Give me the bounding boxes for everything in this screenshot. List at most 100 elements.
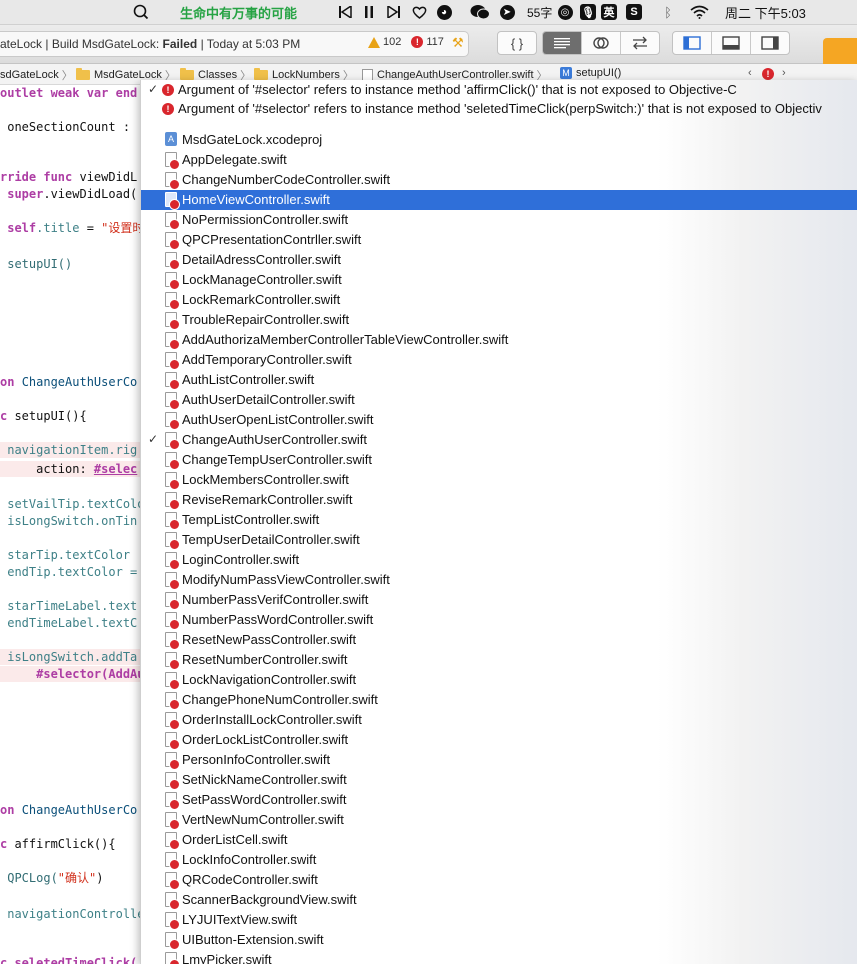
file-item[interactable]: OrderListCell.swift	[141, 830, 857, 850]
pause-icon[interactable]	[361, 3, 377, 21]
clock[interactable]: 周二 下午5:03	[725, 3, 806, 21]
file-item[interactable]: LockManageController.swift	[141, 270, 857, 290]
swift-file-icon	[165, 512, 180, 530]
issue-item[interactable]: ✓ ! Argument of '#selector' refers to in…	[141, 80, 857, 100]
file-item[interactable]: HomeViewController.swift	[141, 190, 857, 210]
file-item[interactable]: LockInfoController.swift	[141, 850, 857, 870]
file-item[interactable]: LockRemarkController.swift	[141, 290, 857, 310]
file-item[interactable]: ChangePhoneNumController.swift	[141, 690, 857, 710]
issue-navigator-error-icon[interactable]: !	[762, 68, 777, 80]
issue-counts[interactable]: 102 ! 117	[368, 36, 444, 48]
assistant-editor-button[interactable]	[582, 32, 621, 54]
bluetooth-icon[interactable]: ᛒ	[659, 3, 677, 21]
source-editor[interactable]: outlet weak var end oneSectionCount : rr…	[0, 85, 140, 964]
file-item[interactable]: AddAuthorizaMemberControllerTableViewCon…	[141, 330, 857, 350]
file-item[interactable]: AppDelegate.swift	[141, 150, 857, 170]
file-item[interactable]: ScannerBackgroundView.swift	[141, 890, 857, 910]
file-item[interactable]: AuthUserDetailController.swift	[141, 390, 857, 410]
file-item[interactable]: AddTemporaryController.swift	[141, 350, 857, 370]
jump-bar-popup-menu[interactable]: ✓ ! Argument of '#selector' refers to in…	[140, 80, 857, 964]
file-item[interactable]: TroubleRepairController.swift	[141, 310, 857, 330]
file-item[interactable]: OrderLockListController.swift	[141, 730, 857, 750]
checkmark-icon: ✓	[148, 432, 159, 446]
file-item[interactable]: LockMembersController.swift	[141, 470, 857, 490]
file-item[interactable]: ReviseRemarkController.swift	[141, 490, 857, 510]
inspector-toggle-button[interactable]	[751, 32, 789, 54]
file-item[interactable]: LockNavigationController.swift	[141, 670, 857, 690]
wechat-icon[interactable]	[469, 3, 491, 21]
swift-file-icon	[165, 812, 180, 830]
heart-icon[interactable]	[410, 3, 428, 21]
file-item[interactable]: UIButton-Extension.swift	[141, 930, 857, 950]
activity-viewer[interactable]: ateLock | Build MsdGateLock: Failed | To…	[0, 31, 469, 57]
file-item[interactable]: NumberPassWordController.swift	[141, 610, 857, 630]
file-item[interactable]: LoginController.swift	[141, 550, 857, 570]
clipboard-app-icon[interactable]: S	[625, 3, 643, 21]
browser-app-icon[interactable]: ◕	[435, 3, 453, 21]
next-issue-button[interactable]: ›	[782, 67, 786, 79]
panel-toggles[interactable]	[672, 31, 790, 55]
file-item[interactable]: ModifyNumPassViewController.swift	[141, 570, 857, 590]
swift-file-icon	[165, 332, 180, 350]
code-line: c affirmClick(){	[0, 837, 116, 851]
code-line-error: #selector(AddAu	[0, 666, 140, 682]
file-item[interactable]: ChangeNumberCodeController.swift	[141, 170, 857, 190]
file-item-project[interactable]: A MsdGateLock.xcodeproj	[141, 130, 857, 150]
error-badge-icon	[169, 939, 180, 950]
file-name: ResetNumberController.swift	[182, 652, 348, 667]
file-item[interactable]: ResetNumberController.swift	[141, 650, 857, 670]
swift-file-icon	[165, 732, 180, 750]
file-item[interactable]: AuthListController.swift	[141, 370, 857, 390]
file-item[interactable]: TempUserDetailController.swift	[141, 530, 857, 550]
code-line: rride func viewDidL	[0, 170, 138, 184]
file-item[interactable]: OrderInstallLockController.swift	[141, 710, 857, 730]
breadcrumb-method[interactable]: MsetupUI()	[560, 67, 621, 79]
swift-file-icon	[165, 592, 180, 610]
file-name: LockMembersController.swift	[182, 472, 349, 487]
file-item[interactable]: AuthUserOpenListController.swift	[141, 410, 857, 430]
file-item[interactable]: QPCPresentationContrller.swift	[141, 230, 857, 250]
file-item[interactable]: LYJUITextView.swift	[141, 910, 857, 930]
file-item[interactable]: VertNewNumController.swift	[141, 810, 857, 830]
previous-track-icon[interactable]	[336, 3, 354, 21]
file-item[interactable]: NumberPassVerifController.swift	[141, 590, 857, 610]
error-badge-icon	[169, 479, 180, 490]
file-item[interactable]: ResetNewPassController.swift	[141, 630, 857, 650]
previous-issue-button[interactable]: ‹	[748, 67, 752, 79]
version-editor-button[interactable]	[621, 32, 659, 54]
standard-editor-button[interactable]	[543, 32, 582, 54]
file-item[interactable]: ChangeTempUserController.swift	[141, 450, 857, 470]
microphone-icon[interactable]: 🎙	[579, 3, 597, 21]
file-item[interactable]: SetPassWordController.swift	[141, 790, 857, 810]
location-app-icon[interactable]: ➤	[498, 3, 516, 21]
screen-capture-icon[interactable]: ◎	[556, 3, 574, 21]
file-item[interactable]: SetNickNameController.swift	[141, 770, 857, 790]
file-item[interactable]: DetailAdressController.swift	[141, 250, 857, 270]
breadcrumb-project[interactable]: sdGateLock 〉	[0, 67, 76, 83]
file-item[interactable]: TempListController.swift	[141, 510, 857, 530]
wifi-icon[interactable]	[688, 3, 710, 21]
swift-file-icon	[165, 472, 180, 490]
debug-area-toggle-button[interactable]	[712, 32, 751, 54]
navigator-toggle-button[interactable]	[673, 32, 712, 54]
code-line: navigationControlle	[0, 907, 140, 921]
error-badge-icon	[169, 799, 180, 810]
file-item[interactable]: PersonInfoController.swift	[141, 750, 857, 770]
word-count-label[interactable]: 55字	[527, 3, 552, 21]
file-item[interactable]: ✓ ChangeAuthUserController.swift	[141, 430, 857, 450]
error-badge-icon	[169, 499, 180, 510]
editor-mode-control[interactable]	[542, 31, 660, 55]
next-track-icon[interactable]	[386, 3, 402, 21]
file-name: AuthListController.swift	[182, 372, 315, 387]
library-button[interactable]: { }	[497, 31, 537, 55]
error-badge-icon	[169, 839, 180, 850]
input-method-indicator[interactable]: 英	[600, 3, 618, 21]
file-item[interactable]: LmyPicker.swift	[141, 950, 857, 964]
error-badge-icon	[169, 439, 180, 450]
lyrics-app-icon[interactable]	[132, 3, 150, 21]
issue-item[interactable]: ! Argument of '#selector' refers to inst…	[141, 99, 857, 119]
file-item[interactable]: NoPermissionController.swift	[141, 210, 857, 230]
file-name: ScannerBackgroundView.swift	[182, 892, 357, 907]
file-item[interactable]: QRCodeController.swift	[141, 870, 857, 890]
error-badge-icon	[169, 539, 180, 550]
